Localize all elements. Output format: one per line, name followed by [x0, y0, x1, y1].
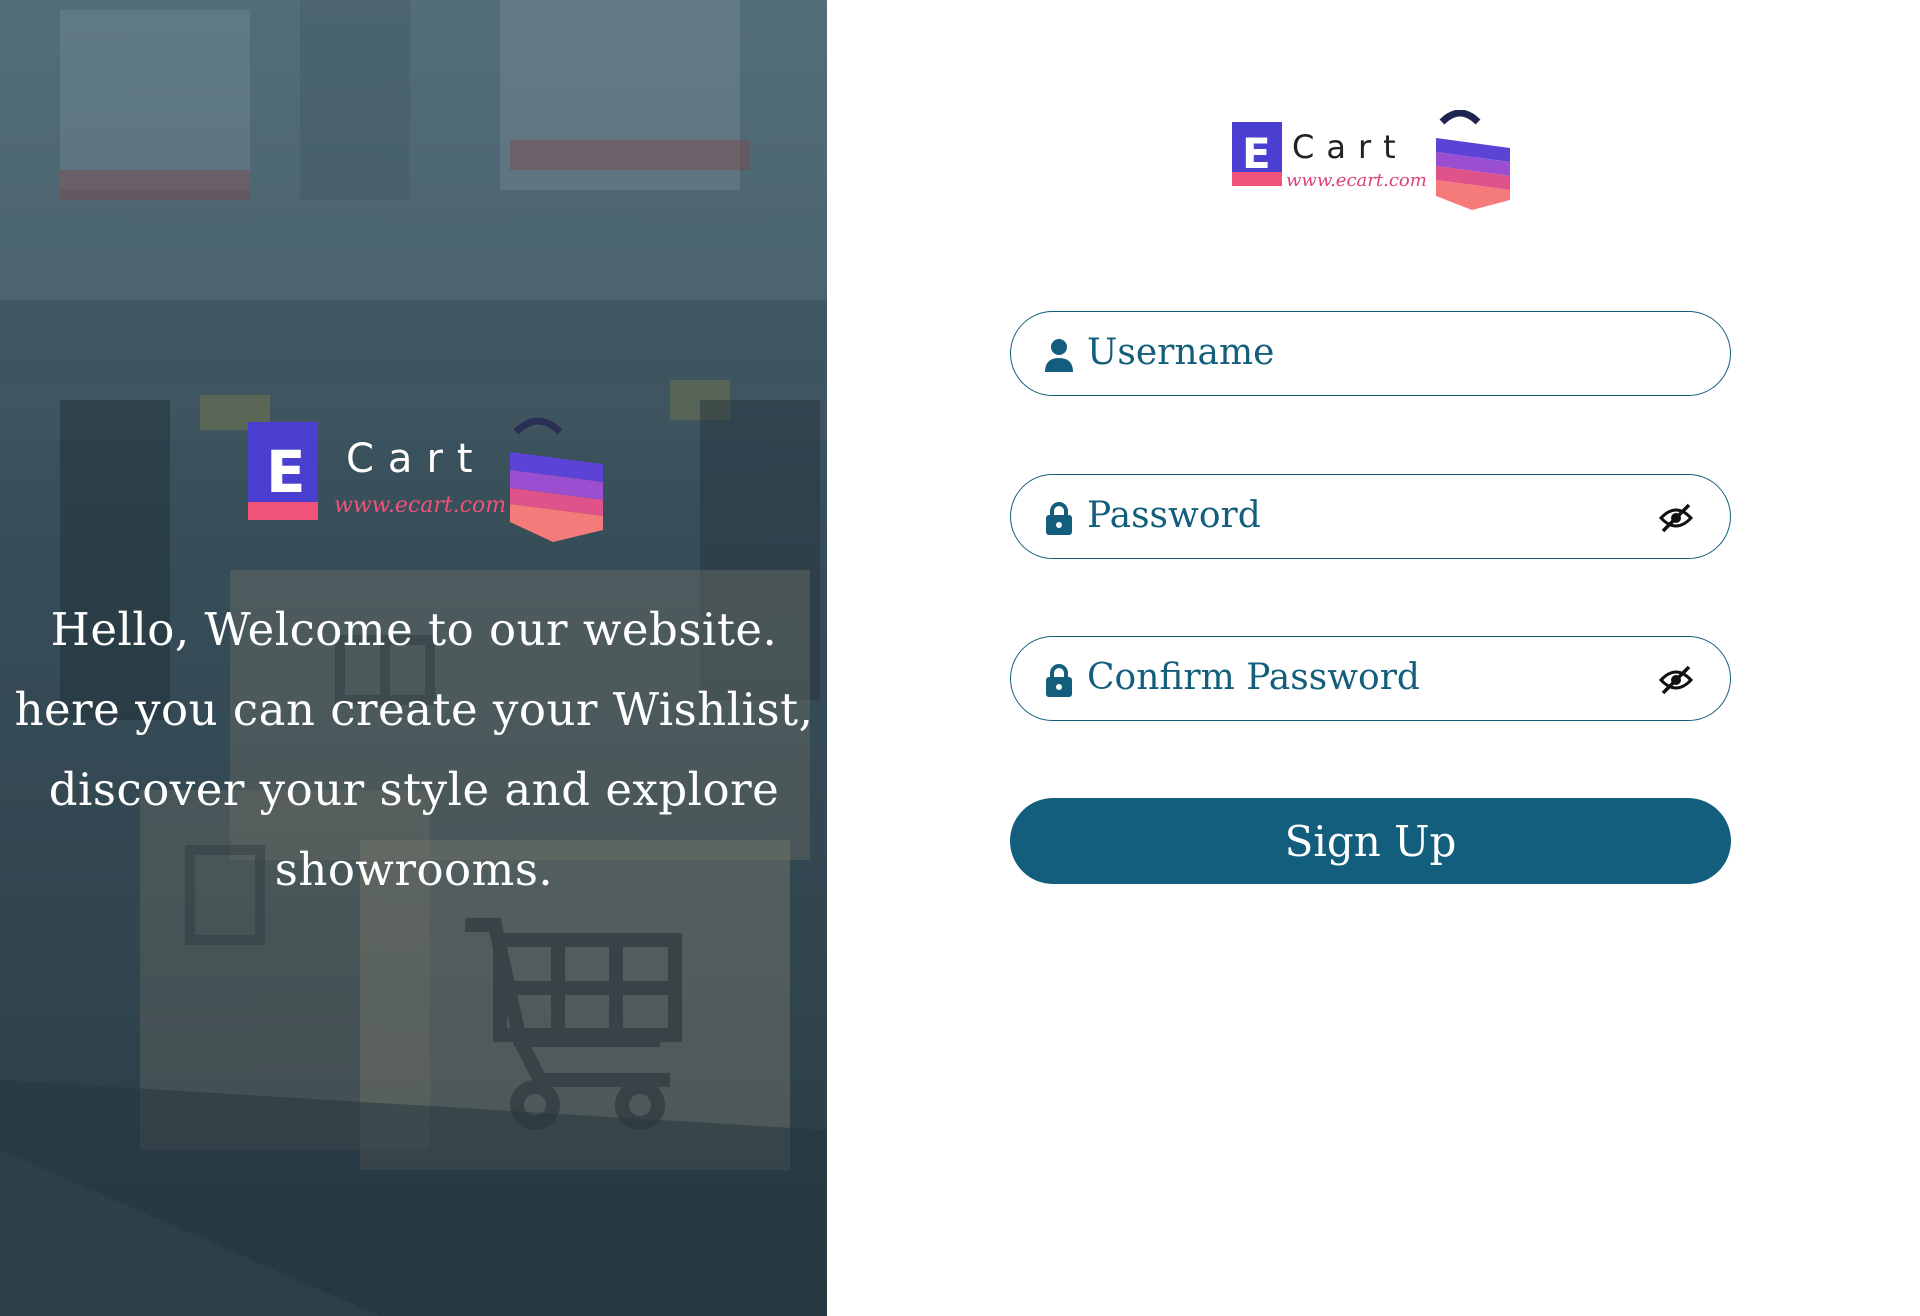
- form-logo: E Cart www.ecart.com: [1232, 110, 1510, 210]
- confirm-password-field[interactable]: Confirm Password: [1010, 636, 1731, 721]
- form-logo-brand: Cart: [1292, 128, 1408, 166]
- hero-panel: E Cart www.ecart.com Hello, Welcome to o…: [0, 0, 827, 1316]
- hero-logo: E Cart www.ecart.com: [248, 417, 603, 542]
- lock-icon: [1046, 664, 1072, 697]
- user-icon: [1045, 339, 1073, 372]
- shopping-bag-icon: [510, 417, 603, 542]
- form-logo-url: www.ecart.com: [1286, 170, 1427, 191]
- username-placeholder: Username: [1087, 332, 1275, 373]
- username-field[interactable]: Username: [1010, 311, 1731, 396]
- hero-logo-url: www.ecart.com: [334, 493, 506, 518]
- sign-up-button[interactable]: Sign Up: [1010, 798, 1731, 884]
- hero-logo-letter: E: [266, 438, 306, 506]
- eye-slash-icon[interactable]: [1658, 502, 1694, 534]
- password-field[interactable]: Password: [1010, 474, 1731, 559]
- welcome-text: Hello, Welcome to our website. here you …: [14, 603, 814, 896]
- shopping-bag-icon: [1436, 110, 1510, 210]
- hero-logo-brand: Cart: [346, 436, 487, 482]
- eye-slash-icon[interactable]: [1658, 664, 1694, 696]
- password-placeholder: Password: [1087, 495, 1261, 536]
- confirm-password-placeholder: Confirm Password: [1087, 657, 1420, 698]
- lock-icon: [1046, 502, 1072, 535]
- form-logo-letter: E: [1242, 129, 1271, 178]
